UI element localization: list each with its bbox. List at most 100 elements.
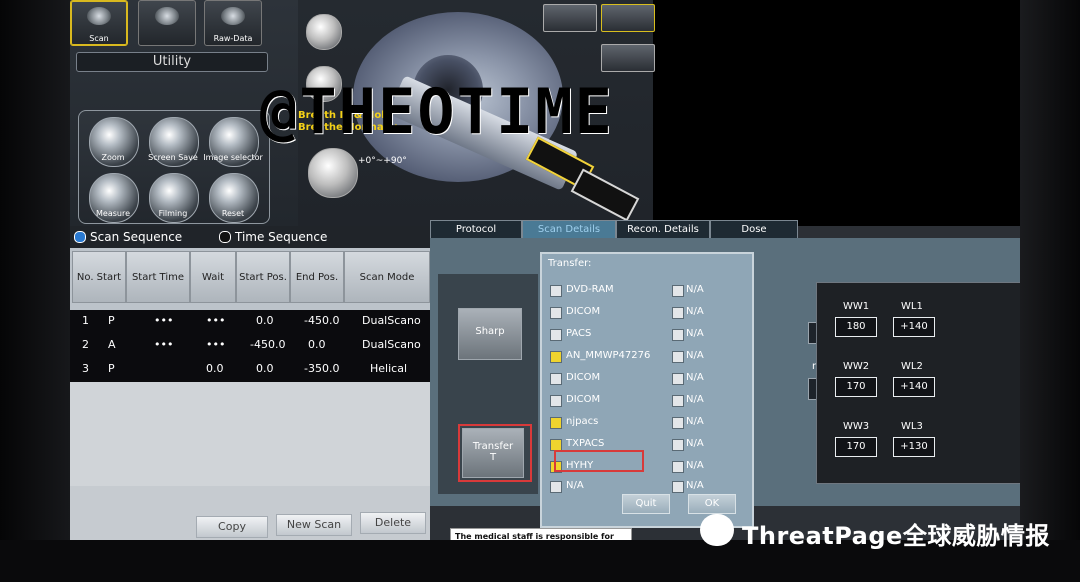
dialog-row[interactable]: PACS N/A bbox=[550, 328, 750, 344]
na-checkbox[interactable] bbox=[672, 395, 684, 407]
na-label: N/A bbox=[686, 416, 704, 427]
na-label: N/A bbox=[686, 438, 704, 449]
transfer-checkbox[interactable] bbox=[550, 481, 562, 493]
scan-icon bbox=[87, 7, 111, 25]
tab-protocol[interactable]: Protocol bbox=[430, 220, 522, 240]
time-sequence-radio[interactable] bbox=[219, 231, 231, 243]
wl3-label: WL3 bbox=[901, 421, 923, 432]
delete-button[interactable]: Delete bbox=[360, 512, 426, 534]
scan-mode-icon bbox=[155, 7, 179, 25]
row-start-pos: -450.0 bbox=[250, 338, 286, 351]
na-checkbox[interactable] bbox=[672, 329, 684, 341]
transfer-checkbox[interactable] bbox=[550, 285, 562, 297]
ww1-label: WW1 bbox=[843, 301, 870, 312]
transfer-label: DICOM bbox=[566, 372, 601, 383]
monitor-bezel-left bbox=[0, 0, 70, 582]
row-no: 2 bbox=[82, 338, 89, 351]
transfer-label: TXPACS bbox=[566, 438, 605, 449]
transfer-highlight bbox=[458, 424, 532, 482]
tab-scan-details[interactable]: Scan Details bbox=[522, 220, 616, 240]
scan-mode-button[interactable] bbox=[138, 0, 196, 46]
transfer-checkbox[interactable] bbox=[550, 329, 562, 341]
transfer-label: N/A bbox=[566, 480, 584, 491]
sequence-actions: Copy New Scan Delete bbox=[70, 486, 430, 540]
raw-data-icon bbox=[221, 7, 245, 25]
na-checkbox[interactable] bbox=[672, 351, 684, 363]
tab-recon-details[interactable]: Recon. Details bbox=[616, 220, 710, 240]
row-no: 1 bbox=[82, 314, 89, 327]
row-start-time: ••• bbox=[154, 338, 174, 351]
row-end-pos: -450.0 bbox=[304, 314, 340, 327]
transfer-label: DICOM bbox=[566, 394, 601, 405]
wl1-value[interactable]: +140 bbox=[893, 317, 935, 337]
header-wait: Wait bbox=[190, 251, 236, 303]
row-mode: Helical bbox=[370, 362, 407, 375]
transfer-checkbox[interactable] bbox=[550, 395, 562, 407]
na-label: N/A bbox=[686, 350, 704, 361]
utility-bar[interactable]: Utility bbox=[76, 52, 268, 72]
screen: Scan Raw-Data Utility Zoom Screen Save I… bbox=[70, 0, 1020, 540]
table-position-button[interactable] bbox=[543, 4, 597, 32]
white-arrow-icon[interactable] bbox=[570, 168, 640, 222]
move-in-icon[interactable] bbox=[306, 14, 342, 50]
dialog-row[interactable]: DICOM N/A bbox=[550, 394, 750, 410]
dialog-row[interactable]: njpacs N/A bbox=[550, 416, 750, 432]
header-start-time: Start Time bbox=[126, 251, 190, 303]
table-row[interactable]: 1 P ••• ••• 0.0 -450.0 DualScano bbox=[70, 310, 430, 334]
na-checkbox[interactable] bbox=[672, 373, 684, 385]
scan-button[interactable]: Scan bbox=[70, 0, 128, 46]
na-label: N/A bbox=[686, 480, 704, 491]
position-control-icon[interactable] bbox=[308, 148, 358, 198]
sharp-button[interactable]: Sharp bbox=[458, 308, 522, 360]
transfer-checkbox[interactable] bbox=[550, 307, 562, 319]
raw-data-button[interactable]: Raw-Data bbox=[204, 0, 262, 46]
transfer-label: PACS bbox=[566, 328, 592, 339]
dialog-row[interactable]: DVD-RAM N/A bbox=[550, 284, 750, 300]
row-wait: 0.0 bbox=[206, 362, 224, 375]
na-checkbox[interactable] bbox=[672, 285, 684, 297]
copy-button[interactable]: Copy bbox=[196, 516, 268, 538]
scan-sequence-radio[interactable] bbox=[74, 231, 86, 243]
safety-notice: The medical staff is responsible for pat… bbox=[450, 528, 632, 540]
ww3-value[interactable]: 170 bbox=[835, 437, 877, 457]
na-label: N/A bbox=[686, 306, 704, 317]
new-scan-button[interactable]: New Scan bbox=[276, 514, 352, 536]
ww2-value[interactable]: 170 bbox=[835, 377, 877, 397]
ok-button[interactable]: OK bbox=[688, 494, 736, 514]
image-selector-label: Image selector bbox=[203, 153, 263, 162]
transfer-checkbox[interactable] bbox=[550, 351, 562, 363]
dialog-row[interactable]: DICOM N/A bbox=[550, 372, 750, 388]
na-label: N/A bbox=[686, 328, 704, 339]
transfer-dialog: Transfer: DVD-RAM N/A DICOM N/A PACS N/A… bbox=[540, 252, 754, 528]
scan-sequence-tab[interactable]: Scan Sequence bbox=[90, 230, 182, 244]
wl3-value[interactable]: +130 bbox=[893, 437, 935, 457]
ww1-value[interactable]: 180 bbox=[835, 317, 877, 337]
time-sequence-tab[interactable]: Time Sequence bbox=[235, 230, 327, 244]
row-start-pos: 0.0 bbox=[256, 362, 274, 375]
dialog-row[interactable]: AN_MMWP47276 N/A bbox=[550, 350, 750, 366]
na-checkbox[interactable] bbox=[672, 461, 684, 473]
su-button[interactable] bbox=[601, 44, 655, 72]
tab-dose[interactable]: Dose bbox=[710, 220, 798, 240]
row-no: 3 bbox=[82, 362, 89, 375]
transfer-label: DVD-RAM bbox=[566, 284, 614, 295]
details-tabs: Protocol Scan Details Recon. Details Dos… bbox=[430, 220, 1020, 240]
quit-button[interactable]: Quit bbox=[622, 494, 670, 514]
wl2-value[interactable]: +140 bbox=[893, 377, 935, 397]
row-start: A bbox=[108, 338, 116, 351]
table-in-button[interactable] bbox=[601, 4, 655, 32]
na-checkbox[interactable] bbox=[672, 307, 684, 319]
header-end-pos: End Pos. bbox=[290, 251, 344, 303]
row-end-pos: -350.0 bbox=[304, 362, 340, 375]
row-mode: DualScano bbox=[362, 314, 421, 327]
table-row[interactable]: 3 P 0.0 0.0 -350.0 Helical bbox=[70, 358, 430, 382]
na-checkbox[interactable] bbox=[672, 417, 684, 429]
dialog-row[interactable]: DICOM N/A bbox=[550, 306, 750, 322]
na-label: N/A bbox=[686, 372, 704, 383]
table-row[interactable]: 2 A ••• ••• -450.0 0.0 DualScano bbox=[70, 334, 430, 358]
transfer-label: AN_MMWP47276 bbox=[566, 350, 651, 361]
na-checkbox[interactable] bbox=[672, 481, 684, 493]
transfer-checkbox[interactable] bbox=[550, 417, 562, 429]
transfer-checkbox[interactable] bbox=[550, 373, 562, 385]
na-checkbox[interactable] bbox=[672, 439, 684, 451]
